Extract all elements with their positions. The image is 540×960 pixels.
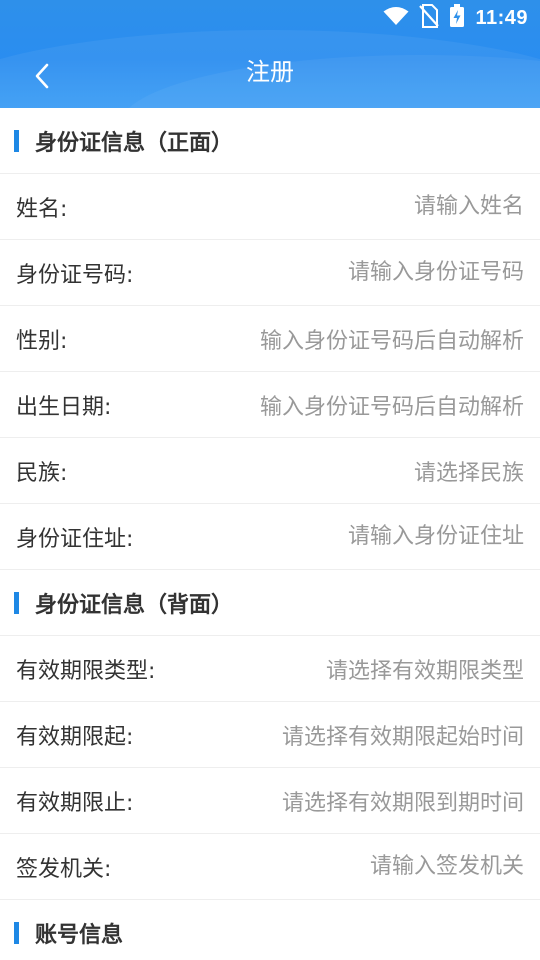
page-title: 注册 xyxy=(246,58,294,86)
battery-charging-icon xyxy=(449,4,465,32)
status-time: 11:49 xyxy=(475,6,528,29)
section-accent-bar xyxy=(14,591,19,614)
section-header-id-front: 身份证信息（正面） xyxy=(0,108,540,174)
validity-end-select[interactable]: 请选择有效期限到期时间 xyxy=(145,785,524,817)
id-address-input[interactable] xyxy=(145,516,524,557)
section-header-id-back: 身份证信息（背面） xyxy=(0,570,540,636)
section-title: 身份证信息（正面） xyxy=(35,130,234,156)
field-label: 有效期限止: xyxy=(16,790,134,816)
field-label: 有效期限起: xyxy=(16,724,134,750)
section-title: 账号信息 xyxy=(35,923,124,948)
section-accent-bar xyxy=(14,922,19,944)
no-sim-icon xyxy=(419,4,440,32)
form-row-id-address: 身份证住址: xyxy=(0,504,540,570)
app-header: 11:49 注册 xyxy=(0,0,540,108)
issuing-authority-input[interactable] xyxy=(123,846,524,887)
form-row-gender: 性别: 输入身份证号码后自动解析 xyxy=(0,306,540,372)
field-label: 出生日期: xyxy=(16,394,112,420)
form-row-name: 姓名: xyxy=(0,174,540,240)
field-label: 身份证号码: xyxy=(16,262,134,288)
ethnicity-select[interactable]: 请选择民族 xyxy=(79,455,524,487)
validity-type-select[interactable]: 请选择有效期限类型 xyxy=(167,653,524,685)
form-row-issuing-authority: 签发机关: xyxy=(0,834,540,900)
field-label: 身份证住址: xyxy=(16,526,134,552)
status-icons: 11:49 xyxy=(383,4,528,32)
birth-date-auto-value: 输入身份证号码后自动解析 xyxy=(259,394,524,420)
id-number-input[interactable] xyxy=(145,252,524,293)
status-bar: 11:49 xyxy=(0,0,540,36)
register-screen: 11:49 注册 身份证信息（正面） 姓名: 身份证号码: xyxy=(0,0,540,960)
form-row-ethnicity: 民族: 请选择民族 xyxy=(0,438,540,504)
field-label: 姓名: xyxy=(16,196,68,222)
name-input[interactable] xyxy=(79,186,524,227)
register-form: 身份证信息（正面） 姓名: 身份证号码: 性别: 输入身份证号码后自动解析 出生… xyxy=(0,108,540,960)
form-row-birth-date: 出生日期: 输入身份证号码后自动解析 xyxy=(0,372,540,438)
section-header-account: 账号信息 xyxy=(0,900,540,960)
field-label: 性别: xyxy=(16,328,68,354)
wifi-icon xyxy=(383,6,409,30)
nav-bar: 注册 xyxy=(0,44,540,104)
field-label: 有效期限类型: xyxy=(16,658,156,684)
form-row-validity-start: 有效期限起: 请选择有效期限起始时间 xyxy=(0,702,540,768)
form-row-validity-end: 有效期限止: 请选择有效期限到期时间 xyxy=(0,768,540,834)
field-label: 民族: xyxy=(16,460,68,486)
section-accent-bar xyxy=(14,129,19,152)
form-row-validity-type: 有效期限类型: 请选择有效期限类型 xyxy=(0,636,540,702)
gender-auto-value: 输入身份证号码后自动解析 xyxy=(259,328,524,354)
validity-start-select[interactable]: 请选择有效期限起始时间 xyxy=(145,719,524,751)
form-row-id-number: 身份证号码: xyxy=(0,240,540,306)
section-title: 身份证信息（背面） xyxy=(35,592,234,618)
field-label: 签发机关: xyxy=(16,856,112,882)
